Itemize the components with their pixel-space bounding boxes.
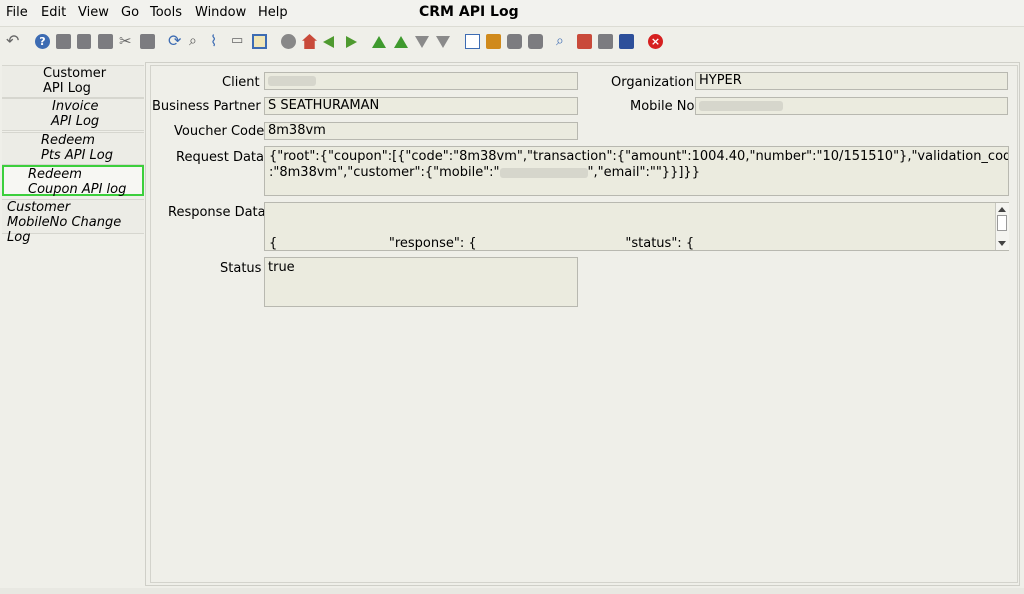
response-data-field[interactable]: { "response": { "status": { "success": "…: [264, 202, 1009, 251]
client-label: Client: [222, 75, 260, 90]
menu-view[interactable]: View: [78, 5, 109, 20]
refresh-icon[interactable]: ⟳: [168, 33, 183, 49]
delete-icon[interactable]: [98, 34, 113, 49]
sidebar-item-label: Invoice: [52, 99, 99, 114]
menu-bar: File Edit View Go Tools Window Help CRM …: [0, 0, 1024, 27]
workflow-icon[interactable]: [577, 34, 592, 49]
menu-tools[interactable]: Tools: [150, 5, 182, 20]
status-field[interactable]: true: [264, 257, 578, 307]
response-data-label: Response Data: [168, 205, 266, 220]
sidebar-item-redeem-coupon-api-log[interactable]: Redeem Coupon API log: [2, 165, 144, 197]
sidebar-item-invoice-api-log[interactable]: Invoice API Log: [2, 98, 144, 131]
sidebar-item-label: Coupon API log: [28, 182, 127, 197]
redacted-value: [699, 100, 783, 111]
copy-icon[interactable]: [77, 34, 91, 49]
mobile-no-label: Mobile No: [630, 99, 695, 114]
window-title: CRM API Log: [419, 4, 519, 20]
request-data-text: ","email":""}}]}}: [587, 165, 700, 180]
scroll-thumb[interactable]: [997, 215, 1007, 231]
mobile-no-field[interactable]: [695, 97, 1008, 115]
business-partner-field[interactable]: S SEATHURAMAN: [264, 97, 578, 115]
sidebar-item-label: Customer: [43, 66, 107, 81]
home-icon[interactable]: [302, 34, 317, 49]
product-info-icon[interactable]: [619, 34, 634, 49]
help-icon[interactable]: ?: [35, 34, 50, 49]
response-data-text: { "response": { "status": { "success": "…: [269, 236, 695, 251]
business-partner-value: S SEATHURAMAN: [268, 98, 380, 113]
status-bar: [0, 588, 1024, 594]
voucher-code-label: Voucher Code: [174, 124, 265, 139]
request-data-field[interactable]: {"root":{"coupon":[{"code":"8m38vm","tra…: [264, 146, 1009, 196]
sidebar-item-label: Redeem: [41, 133, 95, 148]
status-label: Status: [220, 261, 262, 276]
toolbar: ↶ ? ✂ ⟳ ⌕ ⌇ ▭ ⌕ ×: [0, 28, 1024, 56]
menu-file[interactable]: File: [6, 5, 28, 20]
delete-selection-icon[interactable]: ✂: [119, 34, 134, 49]
menu-help[interactable]: Help: [258, 5, 288, 20]
request-data-label: Request Data: [176, 150, 264, 165]
client-field[interactable]: [264, 72, 578, 90]
print-icon[interactable]: [528, 34, 543, 49]
scroll-down-icon[interactable]: [998, 241, 1006, 246]
voucher-code-value: 8m38vm: [268, 123, 326, 138]
last-record-icon[interactable]: [436, 36, 450, 48]
chat-icon[interactable]: ▭: [231, 34, 246, 49]
business-partner-label: Business Partner: [152, 99, 261, 114]
redacted-value: [268, 75, 316, 86]
print-preview-icon[interactable]: [507, 34, 522, 49]
request-icon[interactable]: [598, 34, 613, 49]
sidebar-item-label: API Log: [43, 81, 91, 96]
zoom-across-icon[interactable]: ⌕: [556, 34, 571, 49]
status-value: true: [268, 260, 295, 275]
menu-window[interactable]: Window: [195, 5, 246, 20]
menu-edit[interactable]: Edit: [41, 5, 66, 20]
attachment-icon[interactable]: ⌇: [210, 34, 225, 49]
sidebar-item-label: Customer: [7, 200, 71, 215]
next-record-icon[interactable]: [415, 36, 429, 48]
grid-toggle-icon[interactable]: [252, 34, 267, 49]
sidebar-item-label: API Log: [51, 114, 100, 129]
request-data-text: :"8m38vm","customer":{"mobile":": [269, 165, 500, 180]
save-icon[interactable]: [140, 34, 155, 49]
response-scrollbar[interactable]: [995, 203, 1009, 250]
sidebar-item-label: MobileNo Change Log: [7, 215, 122, 245]
back-icon[interactable]: [323, 36, 334, 48]
sidebar-item-label: Redeem: [28, 167, 82, 182]
organization-value: HYPER: [699, 73, 742, 88]
menu-go[interactable]: Go: [121, 5, 139, 20]
voucher-code-field[interactable]: 8m38vm: [264, 122, 578, 140]
sidebar-item-label: Pts API Log: [41, 148, 113, 163]
find-icon[interactable]: ⌕: [189, 34, 204, 49]
organization-label: Organization: [611, 75, 695, 90]
redacted-value: [499, 167, 588, 178]
undo-icon[interactable]: ↶: [6, 33, 21, 49]
request-data-line: :"8m38vm","customer":{"mobile":" ","email…: [269, 165, 1004, 181]
scroll-up-icon[interactable]: [998, 207, 1006, 212]
report-icon[interactable]: [465, 34, 480, 49]
first-record-icon[interactable]: [372, 36, 386, 48]
sidebar-item-customer-api-log[interactable]: Customer API Log: [2, 65, 144, 98]
sidebar-item-customer-mobileno-change-log[interactable]: Customer MobileNo Change Log: [2, 199, 144, 245]
previous-record-icon[interactable]: [394, 36, 408, 48]
request-data-line: {"root":{"coupon":[{"code":"8m38vm","tra…: [269, 149, 1009, 164]
sidebar-item-redeem-pts-api-log[interactable]: Redeem Pts API Log: [2, 132, 144, 165]
organization-field[interactable]: HYPER: [695, 72, 1008, 90]
history-icon[interactable]: [281, 34, 296, 49]
form-area: [150, 65, 1018, 583]
close-window-icon[interactable]: ×: [648, 34, 663, 49]
archive-icon[interactable]: [486, 34, 501, 49]
new-icon[interactable]: [56, 34, 71, 49]
forward-icon[interactable]: [346, 36, 357, 48]
